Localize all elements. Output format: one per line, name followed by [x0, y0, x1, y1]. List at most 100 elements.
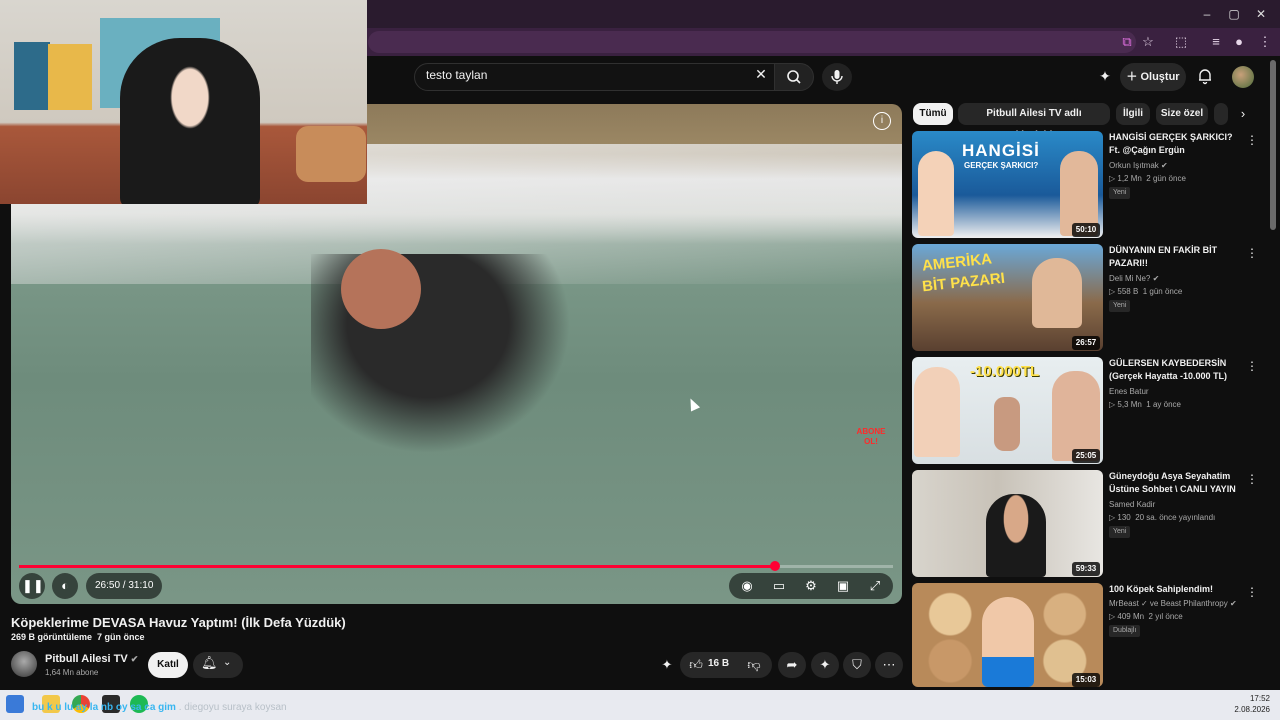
- bell-icon: 🔔︎: [201, 655, 218, 670]
- recommendation-title[interactable]: DÜNYANIN EN FAKİR BİT PAZARI!!: [1109, 244, 1239, 270]
- progress-bar-played: [19, 565, 775, 568]
- upload-age: 7 gün önce: [97, 632, 145, 642]
- account-avatar[interactable]: [1232, 66, 1254, 88]
- theater-mode-icon[interactable]: ▣: [833, 576, 853, 596]
- join-button[interactable]: Katıl: [148, 652, 188, 678]
- time-readout: 26:50 / 31:10: [95, 580, 154, 591]
- fullscreen-icon[interactable]: ⤢: [865, 576, 885, 596]
- recommendation-meta: ▷ 1,2 Mn 2 gün önce: [1109, 174, 1186, 183]
- recommendation-title[interactable]: HANGİSİ GERÇEK ŞARKICI? Ft. @Çağın Ergün: [1109, 131, 1239, 157]
- bookmark-icon: ⛉: [852, 657, 862, 672]
- recommendation-age: 1 ay önce: [1146, 400, 1181, 409]
- extension-icon[interactable]: ⧉: [1118, 33, 1136, 51]
- media-control-icon[interactable]: ≡: [1207, 33, 1225, 51]
- recommendation-views: 409 Mn: [1117, 612, 1145, 621]
- thumbnail-person: [914, 367, 960, 457]
- voice-search-button[interactable]: [822, 63, 852, 91]
- profile-icon[interactable]: ●: [1230, 33, 1248, 51]
- create-button[interactable]: ＋ Oluştur: [1120, 63, 1186, 91]
- recommendation-menu-icon[interactable]: ⋮: [1244, 360, 1260, 376]
- recommendation-channel-text: Deli Mi Ne?: [1109, 274, 1151, 283]
- recommendation-title[interactable]: GÜLERSEN KAYBEDERSİN (Gerçek Hayatta -10…: [1109, 357, 1239, 383]
- recommendation-thumbnail[interactable]: -10.000TL 25:05: [912, 357, 1103, 464]
- minimize-icon[interactable]: –: [1192, 4, 1222, 24]
- ticker-secondary-text: . diegoyu suraya koysan: [178, 702, 287, 713]
- webcam-wall-frame: [14, 42, 50, 110]
- chip-overflow[interactable]: [1214, 103, 1228, 125]
- view-count: 269 B görüntüleme: [11, 632, 93, 642]
- maximize-icon[interactable]: ▢: [1219, 4, 1249, 24]
- create-label: Oluştur: [1140, 71, 1180, 83]
- video-frame-head: [341, 249, 421, 329]
- webcam-overlay: [0, 0, 367, 204]
- chip-from-uploader[interactable]: Pitbull Ailesi TV adlı yükleyiciden: [958, 103, 1110, 141]
- ai-sparkle-icon[interactable]: ✦: [1096, 67, 1114, 85]
- recommendation-meta: ▷ 5,3 Mn 1 ay önce: [1109, 400, 1181, 409]
- subscriber-count: 1,64 Mn abone: [45, 668, 99, 677]
- page-scrollbar[interactable]: [1270, 60, 1276, 230]
- pause-icon: ❚❚: [22, 578, 44, 593]
- chat-ticker: bu k u lu ay la nb oy sa ca gim . diegoy…: [32, 702, 287, 713]
- system-clock[interactable]: 17:52 2.08.2026: [1228, 693, 1270, 715]
- verified-icon: ✔: [1161, 161, 1168, 170]
- verified-icon: ✔: [1152, 274, 1160, 283]
- recommendation-thumbnail[interactable]: 15:03: [912, 583, 1103, 687]
- recommendation-thumbnail[interactable]: HANGİSİ GERÇEK ŞARKICI? 50:10: [912, 131, 1103, 238]
- search-icon: [787, 70, 801, 84]
- search-query: testo taylan: [426, 68, 488, 82]
- recommendation-channel[interactable]: Samed Kadir: [1109, 500, 1155, 509]
- subtitles-icon[interactable]: ▭: [769, 576, 789, 596]
- share-icon: ➦: [786, 657, 798, 672]
- chip-for-you[interactable]: Size özel: [1156, 103, 1208, 125]
- recommendation-title[interactable]: 100 Köpek Sahiplendim!: [1109, 583, 1239, 596]
- chevron-down-icon: ⌄: [223, 657, 232, 668]
- recommendation-meta: ▷ 409 Mn 2 yıl önce: [1109, 612, 1183, 621]
- browser-menu-icon[interactable]: ⋮: [1256, 33, 1274, 51]
- chip-related[interactable]: İlgili: [1116, 103, 1150, 125]
- chip-all[interactable]: Tümü: [913, 103, 953, 125]
- autoplay-toggle-icon[interactable]: ◉: [737, 576, 757, 596]
- channel-avatar[interactable]: [11, 651, 37, 677]
- bookmark-star-icon[interactable]: ☆: [1139, 33, 1157, 51]
- recommendation-channel[interactable]: Orkun Işıtmak ✔: [1109, 161, 1168, 170]
- channel-name[interactable]: Pitbull Ailesi TV ✔: [45, 653, 138, 665]
- recommendation-views: 5,3 Mn: [1117, 400, 1142, 409]
- volume-icon: ◐: [61, 578, 69, 593]
- ticker-primary-text: bu k u lu ay la nb oy sa ca gim: [32, 702, 176, 713]
- recommendation-title[interactable]: Güneydoğu Asya Seyahatim Üstüne Sohbet \…: [1109, 470, 1239, 496]
- subscription-bell-button[interactable]: 🔔︎ ⌄: [193, 652, 243, 678]
- recommendation-thumbnail[interactable]: 59:33: [912, 470, 1103, 577]
- recommendation-views: 1,2 Mn: [1117, 174, 1142, 183]
- thumbnail-person: [1052, 371, 1100, 461]
- recommendation-channel[interactable]: Deli Mi Ne? ✔: [1109, 274, 1159, 283]
- notifications-bell-icon[interactable]: [1196, 67, 1214, 85]
- close-window-icon[interactable]: ✕: [1246, 4, 1276, 24]
- recommendation-thumbnail[interactable]: AMERİKA BİT PAZARI 26:57: [912, 244, 1103, 351]
- subscribe-watermark: ABONE OL!: [856, 427, 886, 446]
- recommendation-channel[interactable]: MrBeast ✓ ve Beast Philanthropy ✔: [1109, 599, 1237, 608]
- video-duration: 50:10: [1072, 223, 1100, 237]
- thumbs-up-icon[interactable]: 👍︎: [686, 655, 706, 675]
- thumbnail-person: [918, 151, 954, 236]
- search-button[interactable]: [774, 63, 814, 91]
- clear-search-icon[interactable]: ✕: [752, 66, 770, 86]
- recommendation-menu-icon[interactable]: ⋮: [1244, 134, 1260, 150]
- recommendation-channel[interactable]: Enes Batur: [1109, 387, 1149, 396]
- settings-gear-icon[interactable]: ⚙: [801, 576, 821, 596]
- channel-name-text: Pitbull Ailesi TV: [45, 653, 128, 665]
- chevron-right-icon[interactable]: ›: [1236, 106, 1250, 122]
- extensions-puzzle-icon[interactable]: ⬚: [1172, 33, 1190, 51]
- recommendation-age: 1 gün önce: [1142, 287, 1183, 296]
- recommendation-menu-icon[interactable]: ⋮: [1244, 473, 1260, 489]
- start-menu-icon[interactable]: [6, 695, 24, 713]
- info-icon[interactable]: i: [873, 112, 891, 130]
- recommendation-age: 20 sa. önce yayınlandı: [1135, 513, 1216, 522]
- ai-ask-icon[interactable]: ✦: [657, 655, 677, 675]
- thumbs-down-icon[interactable]: 👎︎: [744, 655, 764, 675]
- address-bar[interactable]: [368, 31, 1136, 53]
- thumbnail-subtext: BİT PAZARI: [921, 269, 1006, 296]
- webcam-wall-frame: [48, 44, 92, 110]
- progress-scrubber[interactable]: [770, 561, 780, 571]
- recommendation-menu-icon[interactable]: ⋮: [1244, 247, 1260, 263]
- recommendation-menu-icon[interactable]: ⋮: [1244, 586, 1260, 602]
